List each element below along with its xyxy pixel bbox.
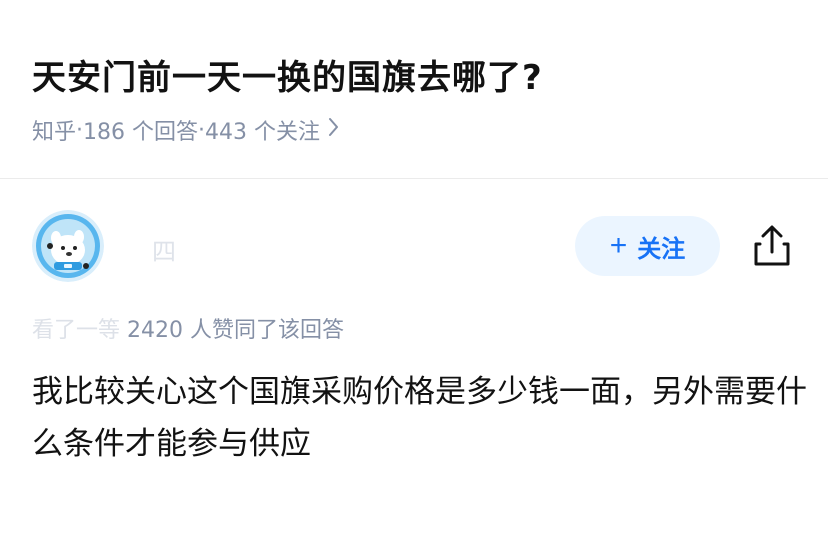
question-header: 天安门前一天一换的国旗去哪了? 知乎 · 186 个回答 · 443 个关注 [32,54,796,146]
answer-author-row: 四 + 关注 [32,210,796,286]
question-title[interactable]: 天安门前一天一换的国旗去哪了? [32,54,796,102]
avatar[interactable] [32,210,104,282]
follow-button[interactable]: + 关注 [575,216,720,276]
meta-separator: · [198,117,206,143]
section-divider [0,178,828,179]
approval-text: 2420 人赞同了该回答 [120,318,344,343]
approval-prefix: 看了一等 [32,318,121,343]
follower-count: 443 个关注 [205,120,321,145]
source-label: 知乎 [32,120,77,145]
approval-count: 看了一等 2420 人赞同了该回答 [32,312,344,344]
plus-icon: + [609,229,628,262]
answer-content[interactable]: 我比较关心这个国旗采购价格是多少钱一面，另外需要什么条件才能参与供应 [32,366,807,470]
share-icon[interactable] [752,224,792,268]
question-meta[interactable]: 知乎 · 186 个回答 · 443 个关注 [32,114,796,146]
follow-label: 关注 [637,235,686,263]
chevron-right-icon[interactable] [328,117,340,143]
author-name[interactable]: 四 [152,232,176,267]
meta-separator: · [76,117,84,143]
answer-count: 186 个回答 [83,120,199,145]
